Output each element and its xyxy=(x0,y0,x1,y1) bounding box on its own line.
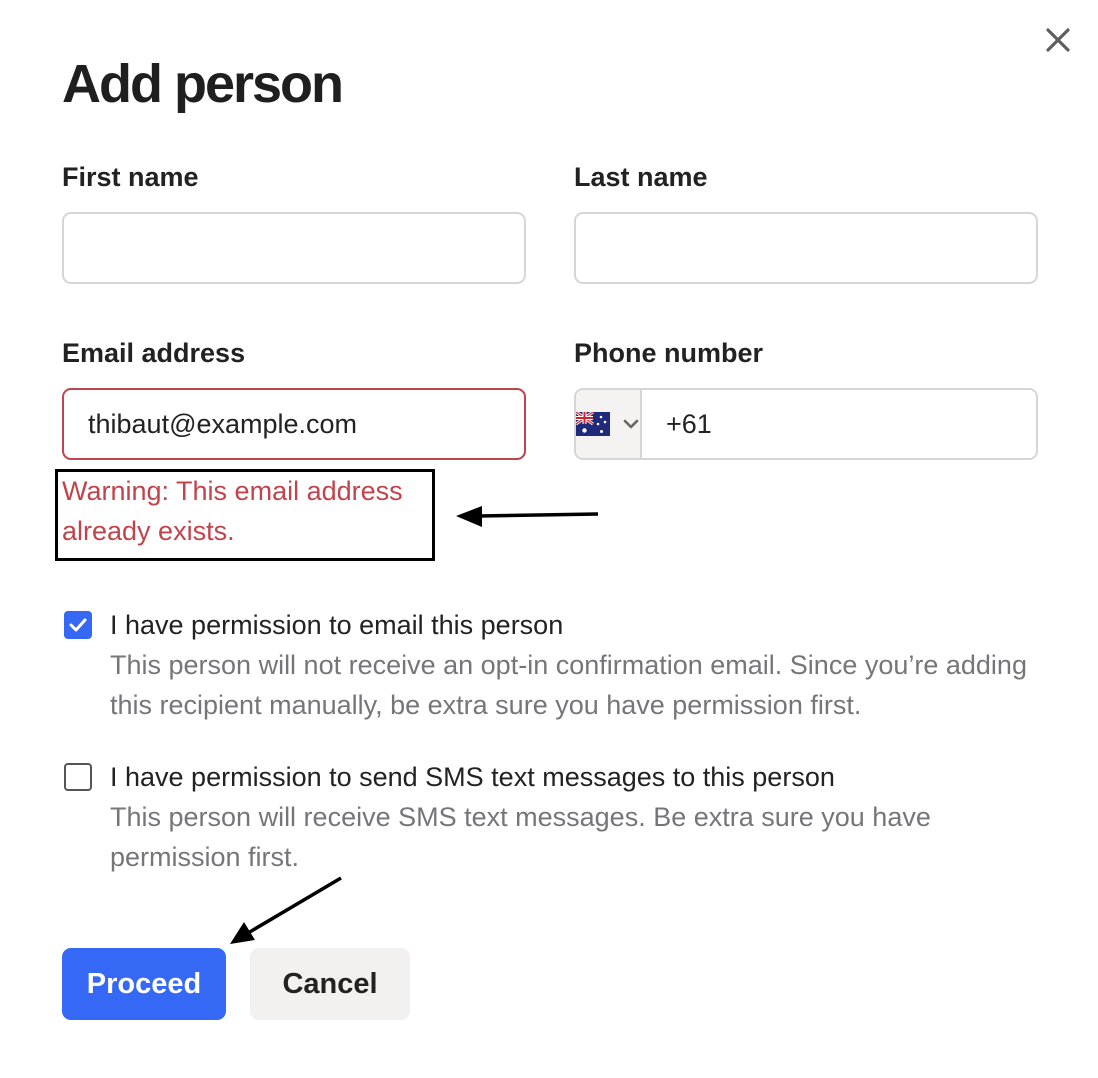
phone-input[interactable] xyxy=(642,390,1036,458)
chevron-down-icon xyxy=(623,419,639,429)
dialog-title: Add person xyxy=(62,54,344,114)
email-permission-checkbox[interactable] xyxy=(64,611,92,639)
email-warning-text: Warning: This email address already exis… xyxy=(62,476,403,546)
phone-label: Phone number xyxy=(574,338,764,368)
sms-permission-text: I have permission to send SMS text messa… xyxy=(110,757,1060,877)
last-name-field[interactable] xyxy=(574,212,1038,284)
sms-permission-label[interactable]: I have permission to send SMS text messa… xyxy=(110,757,1060,797)
email-permission-description: This person will not receive an opt-in c… xyxy=(110,650,1027,720)
sms-permission-checkbox[interactable] xyxy=(64,763,92,791)
email-permission-label[interactable]: I have permission to email this person xyxy=(110,605,1060,645)
cancel-button[interactable]: Cancel xyxy=(250,948,410,1020)
close-button[interactable] xyxy=(1040,22,1076,58)
phone-field-group xyxy=(574,388,1038,460)
first-name-label: First name xyxy=(62,162,199,192)
checkmark-icon xyxy=(69,618,87,632)
email-field[interactable] xyxy=(62,388,526,460)
warning-arrow xyxy=(456,506,599,527)
australia-flag-icon xyxy=(576,412,610,436)
country-code-select[interactable] xyxy=(576,390,642,458)
close-icon xyxy=(1046,28,1070,52)
sms-permission-description: This person will receive SMS text messag… xyxy=(110,802,931,872)
email-permission-text: I have permission to email this person T… xyxy=(110,605,1060,725)
proceed-arrow xyxy=(230,876,342,944)
proceed-button[interactable]: Proceed xyxy=(62,948,226,1020)
email-label: Email address xyxy=(62,338,246,368)
first-name-field[interactable] xyxy=(62,212,526,284)
last-name-label: Last name xyxy=(574,162,708,192)
